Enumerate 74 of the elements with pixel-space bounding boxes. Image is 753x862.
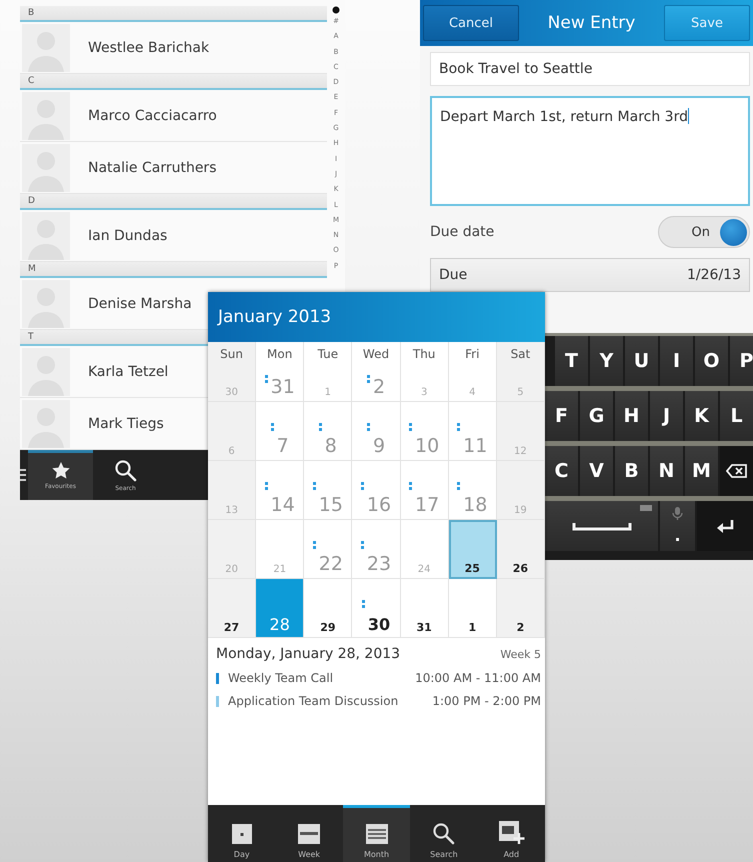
due-date-label: Due date xyxy=(430,224,494,240)
day-cell[interactable]: 2 xyxy=(496,579,545,638)
agenda-date: Monday, January 28, 2013 xyxy=(216,646,400,662)
backspace-key[interactable] xyxy=(720,446,753,496)
search-icon xyxy=(114,458,137,482)
section-letter: T xyxy=(28,332,34,342)
notes-field[interactable]: Depart March 1st, return March 3rd xyxy=(430,96,750,206)
toggle-switch[interactable]: On xyxy=(658,216,750,248)
calendar-week-icon xyxy=(297,823,322,845)
event-time: 10:00 AM - 11:00 AM xyxy=(415,671,541,685)
enter-key[interactable] xyxy=(697,501,753,551)
day-cell[interactable]: 31 xyxy=(400,579,449,638)
tab[interactable]: Month xyxy=(342,805,410,862)
star-icon xyxy=(50,460,70,480)
key[interactable]: Y xyxy=(590,336,623,386)
contact-name[interactable]: Ian Dundas xyxy=(88,228,168,244)
dot-icon xyxy=(332,6,340,14)
key[interactable]: B xyxy=(615,446,648,496)
key[interactable]: O xyxy=(695,336,728,386)
event-time: 1:00 PM - 2:00 PM xyxy=(432,694,541,708)
section-letter: B xyxy=(28,8,34,18)
key[interactable]: V xyxy=(580,446,613,496)
key[interactable]: G xyxy=(580,391,613,441)
section-letter: C xyxy=(28,76,34,86)
keyboard-icon xyxy=(640,505,652,511)
due-picker[interactable]: Due 1/26/13 xyxy=(430,258,750,292)
weekday-label: Thu xyxy=(400,342,449,366)
subject-field[interactable]: Book Travel to Seattle xyxy=(430,52,750,86)
event-title[interactable]: Application Team Discussion xyxy=(228,694,432,708)
month-title: January 2013 xyxy=(208,292,545,342)
weekday-label: Mon xyxy=(256,342,304,366)
contact-name[interactable]: Mark Tiegs xyxy=(88,416,164,432)
contact-name[interactable]: Denise Marsha xyxy=(88,296,192,312)
weekday-label: Sun xyxy=(208,342,256,366)
day-cell[interactable]: 29 xyxy=(304,579,352,638)
week-number: Week 5 xyxy=(500,648,541,661)
key[interactable]: C xyxy=(545,446,578,496)
key[interactable]: K xyxy=(685,391,718,441)
event-title[interactable]: Weekly Team Call xyxy=(228,671,416,685)
day-cell[interactable]: 25 xyxy=(448,520,497,579)
backspace-icon xyxy=(726,462,748,480)
day-cell[interactable]: 26 xyxy=(496,520,545,579)
calendar-day-icon xyxy=(230,823,253,845)
section-letter: D xyxy=(28,196,35,206)
key[interactable]: P xyxy=(730,336,753,386)
calendar-add-icon xyxy=(498,819,525,845)
contact-name[interactable]: Westlee Barichak xyxy=(88,40,210,56)
key[interactable]: U xyxy=(625,336,658,386)
period-key[interactable]: . xyxy=(660,501,695,551)
contact-name[interactable]: Natalie Carruthers xyxy=(88,160,216,176)
key[interactable]: F xyxy=(545,391,578,441)
screen-title: New Entry xyxy=(548,13,636,33)
key[interactable]: J xyxy=(650,391,683,441)
key[interactable]: I xyxy=(660,336,693,386)
contact-name[interactable]: Marco Cacciacarro xyxy=(88,108,217,124)
weekday-label: Tue xyxy=(304,342,352,366)
weekday-label: Wed xyxy=(352,342,401,366)
search-icon xyxy=(432,822,456,845)
space-bar-icon xyxy=(572,521,632,531)
key[interactable]: T xyxy=(555,336,588,386)
space-key[interactable] xyxy=(545,501,658,551)
key[interactable]: H xyxy=(615,391,648,441)
key[interactable]: N xyxy=(650,446,683,496)
enter-icon xyxy=(716,518,734,534)
contact-name[interactable]: Karla Tetzel xyxy=(88,364,168,380)
microphone-icon xyxy=(672,507,683,520)
day-cell[interactable]: 30 xyxy=(352,579,401,638)
day-cell[interactable]: 27 xyxy=(208,579,256,638)
weekday-label: Sat xyxy=(496,342,545,366)
cancel-button[interactable]: Cancel xyxy=(423,5,519,41)
key[interactable]: L xyxy=(720,391,753,441)
section-letter: M xyxy=(28,264,36,274)
key[interactable]: M xyxy=(685,446,718,496)
calendar-month-icon xyxy=(364,823,389,845)
